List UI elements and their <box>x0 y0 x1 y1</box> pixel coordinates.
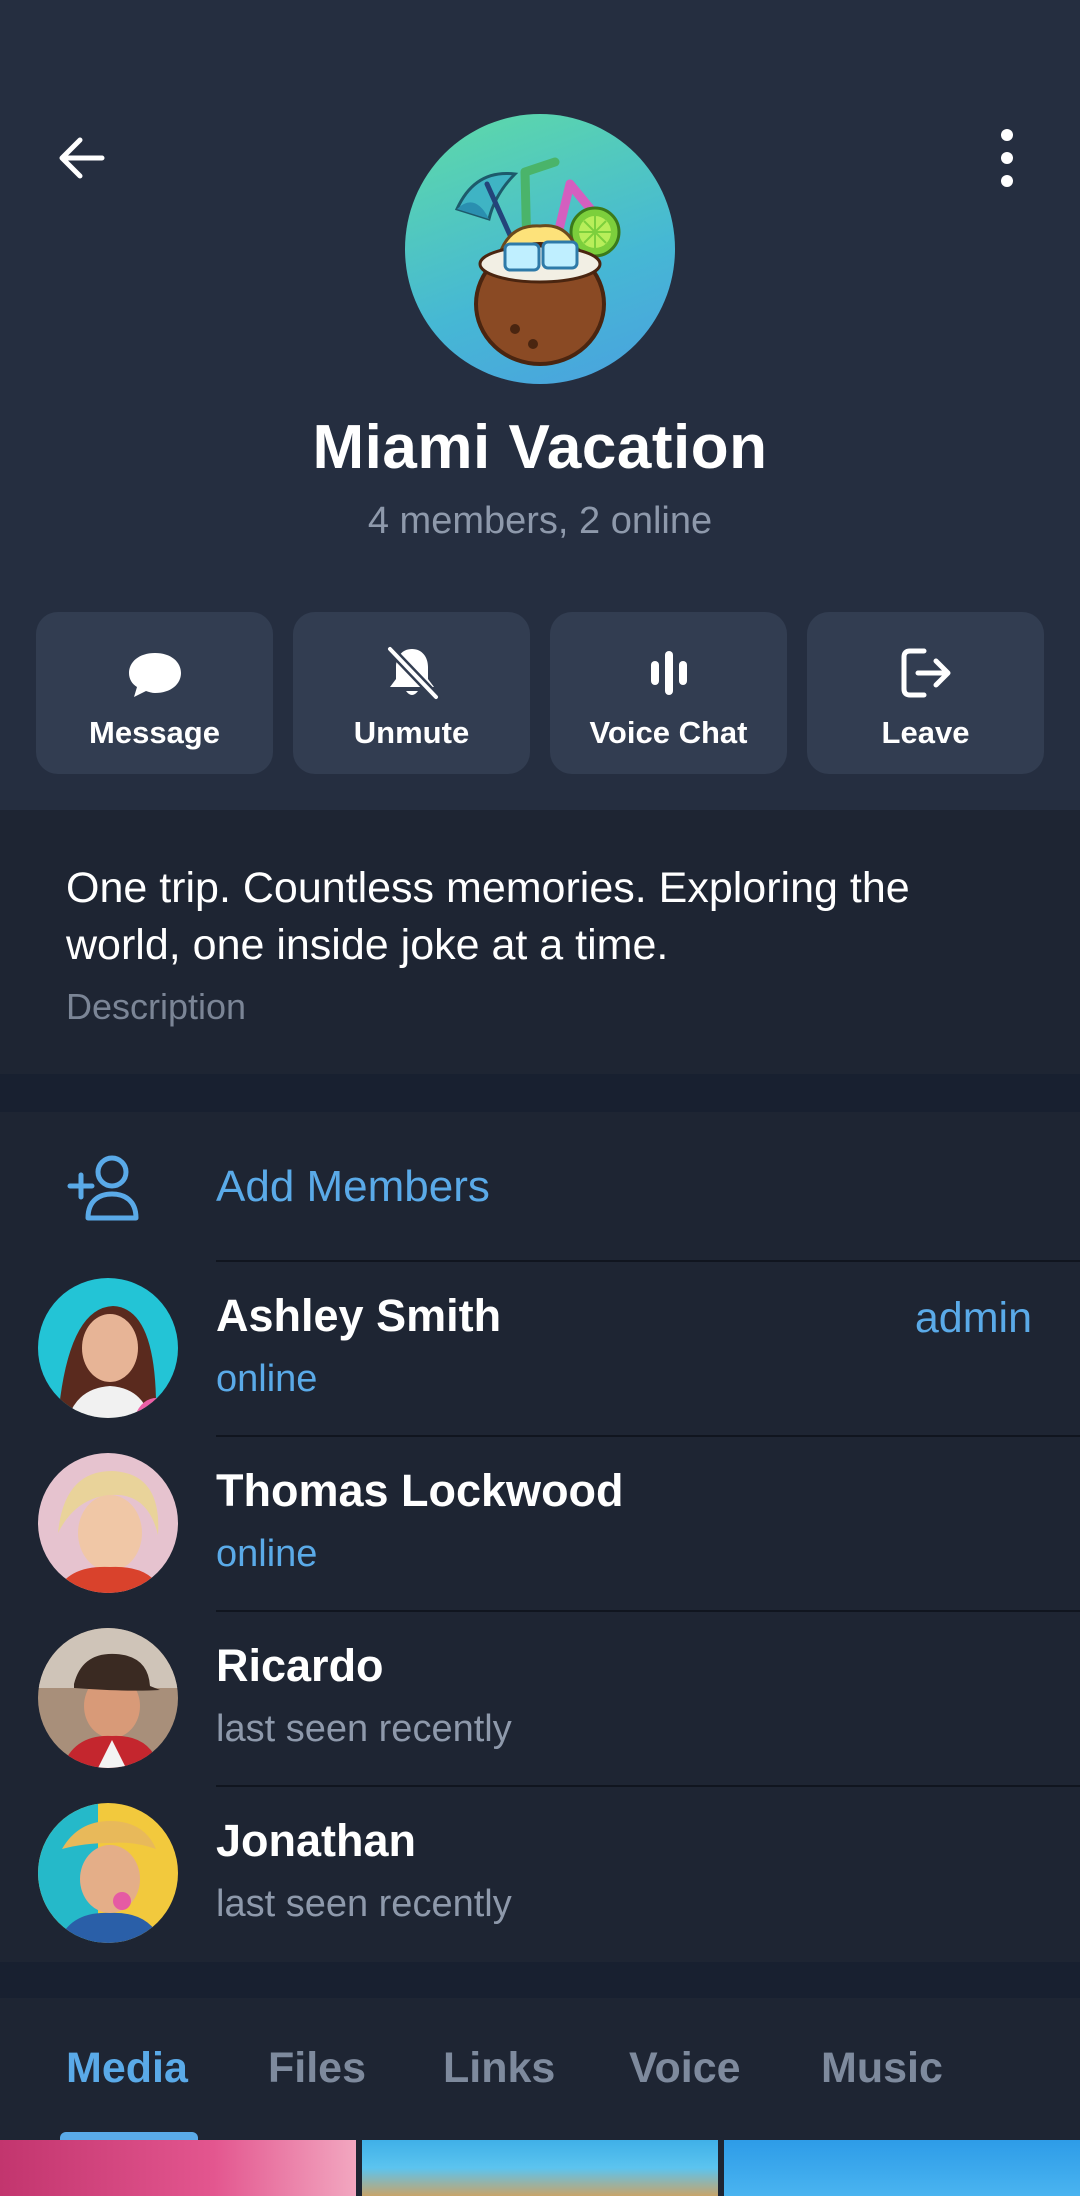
member-status: online <box>216 1358 318 1400</box>
section-divider <box>0 1074 1080 1112</box>
member-name: Ricardo <box>216 1640 384 1691</box>
message-button[interactable]: Message <box>36 612 273 774</box>
tab-voice[interactable]: Voice <box>629 2044 741 2093</box>
more-vertical-icon <box>1001 129 1013 187</box>
action-bar: Message Unmute Voice Chat Leave <box>36 612 1044 774</box>
add-person-icon <box>67 1155 139 1221</box>
media-grid <box>0 2140 1080 2196</box>
section-divider <box>0 1962 1080 1998</box>
tab-files[interactable]: Files <box>268 2044 366 2093</box>
group-avatar[interactable] <box>405 114 675 384</box>
row-divider <box>216 1610 1080 1612</box>
avatar <box>38 1628 178 1768</box>
row-divider <box>216 1435 1080 1437</box>
chat-bubble-icon <box>128 653 181 697</box>
description-label: Description <box>66 986 247 1027</box>
logout-icon <box>901 648 950 698</box>
unmute-button-label: Unmute <box>353 715 470 750</box>
member-status: last seen recently <box>216 1883 512 1925</box>
description-text: One trip. Countless memories. Exploring … <box>66 864 910 969</box>
member-name: Thomas Lockwood <box>216 1465 624 1516</box>
tab-links[interactable]: Links <box>443 2044 555 2093</box>
message-button-label: Message <box>89 715 220 750</box>
media-thumbnail[interactable] <box>362 2140 718 2196</box>
member-row[interactable]: Ashley Smith online admin <box>0 1260 1080 1434</box>
avatar <box>38 1278 178 1418</box>
avatar <box>38 1803 178 1943</box>
media-thumbnail[interactable] <box>724 2140 1080 2196</box>
active-tab-indicator <box>60 2132 198 2140</box>
avatar <box>38 1453 178 1593</box>
member-row[interactable]: Ricardo last seen recently <box>0 1610 1080 1784</box>
voice-bars-icon <box>650 651 687 695</box>
member-status: online <box>216 1533 318 1575</box>
tab-music[interactable]: Music <box>821 2044 943 2093</box>
tab-media[interactable]: Media <box>66 2044 188 2093</box>
leave-button[interactable]: Leave <box>807 612 1044 774</box>
description-section: One trip. Countless memories. Exploring … <box>0 810 1080 1074</box>
leave-button-label: Leave <box>881 715 970 750</box>
arrow-left-icon <box>59 137 105 179</box>
row-divider <box>216 1260 1080 1262</box>
member-status: last seen recently <box>216 1708 512 1750</box>
voice-chat-button-label: Voice Chat <box>589 715 748 750</box>
coconut-drink-icon <box>454 157 621 366</box>
members-section: Add Members Ashley Smith online admin Th… <box>0 1112 1080 1962</box>
back-button[interactable] <box>50 125 116 191</box>
member-role-badge: admin <box>914 1294 1032 1342</box>
group-title: Miami Vacation <box>312 413 768 482</box>
add-members-label: Add Members <box>216 1162 490 1211</box>
member-count: 4 members, 2 online <box>367 500 713 542</box>
voice-chat-button[interactable]: Voice Chat <box>550 612 787 774</box>
member-name: Ashley Smith <box>216 1290 502 1341</box>
media-thumbnail[interactable] <box>0 2140 356 2196</box>
add-members-button[interactable]: Add Members <box>0 1112 1080 1262</box>
member-row[interactable]: Jonathan last seen recently <box>0 1785 1080 1959</box>
profile-header: Miami Vacation 4 members, 2 online Messa… <box>0 0 1080 810</box>
unmute-button[interactable]: Unmute <box>293 612 530 774</box>
member-row[interactable]: Thomas Lockwood online <box>0 1435 1080 1609</box>
shared-media-tabs: Media Files Links Voice Music <box>0 1998 1080 2140</box>
more-options-button[interactable] <box>990 125 1024 191</box>
row-divider <box>216 1785 1080 1787</box>
member-name: Jonathan <box>216 1815 417 1866</box>
bell-off-icon <box>385 644 440 702</box>
